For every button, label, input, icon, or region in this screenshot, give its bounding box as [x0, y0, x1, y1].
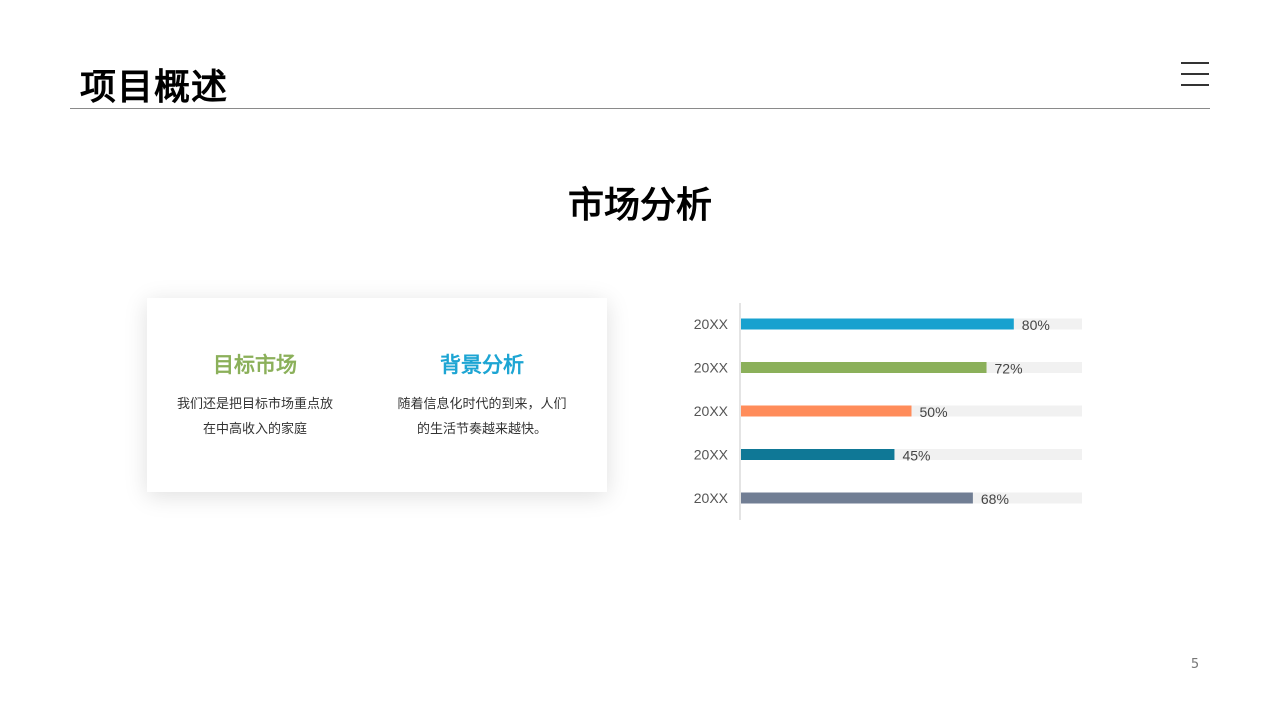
bar — [741, 492, 973, 504]
page-title: 项目概述 — [80, 67, 229, 108]
value-label: 45% — [902, 448, 930, 464]
menu-line — [1181, 73, 1209, 75]
category-label: 20XX — [694, 403, 729, 419]
value-label: 50% — [920, 404, 948, 420]
target-market-heading: 目标市场 — [213, 353, 297, 377]
value-label: 68% — [981, 491, 1009, 507]
category-label: 20XX — [694, 447, 729, 463]
category-label: 20XX — [694, 490, 729, 506]
bar — [741, 318, 1014, 330]
value-label: 72% — [995, 361, 1023, 377]
background-analysis-text-line-1: 随着信息化时代的到来，人们 — [397, 397, 567, 412]
bar — [741, 449, 895, 460]
menu-icon[interactable] — [1181, 62, 1209, 87]
page-number: 5 — [1190, 657, 1200, 672]
menu-line — [1181, 62, 1209, 64]
background-analysis-block: 背景分析 随着信息化时代的到来，人们 的生活节奏越来越快。 — [392, 352, 572, 442]
bar — [741, 362, 987, 373]
header-divider — [70, 108, 1210, 109]
category-label: 20XX — [694, 360, 729, 376]
value-label: 80% — [1022, 317, 1050, 333]
background-analysis-heading: 背景分析 — [440, 353, 524, 377]
bar-chart: 20XX 80% 20XX 72% 20XX 50% 20XX 45% 20XX 68% — [694, 303, 1082, 520]
menu-line — [1181, 84, 1209, 86]
target-market-text-line-2: 在中高收入的家庭 — [202, 422, 307, 437]
section-title: 市场分析 — [567, 185, 712, 226]
background-analysis-text-line-2: 的生活节奏越来越快。 — [416, 422, 547, 437]
info-card: 目标市场 我们还是把目标市场重点放 在中高收入的家庭 背景分析 随着信息化时代的… — [147, 298, 607, 492]
target-market-block: 目标市场 我们还是把目标市场重点放 在中高收入的家庭 — [165, 352, 345, 442]
category-label: 20XX — [694, 316, 729, 332]
bar — [741, 405, 912, 417]
target-market-text-line-1: 我们还是把目标市场重点放 — [176, 397, 333, 412]
